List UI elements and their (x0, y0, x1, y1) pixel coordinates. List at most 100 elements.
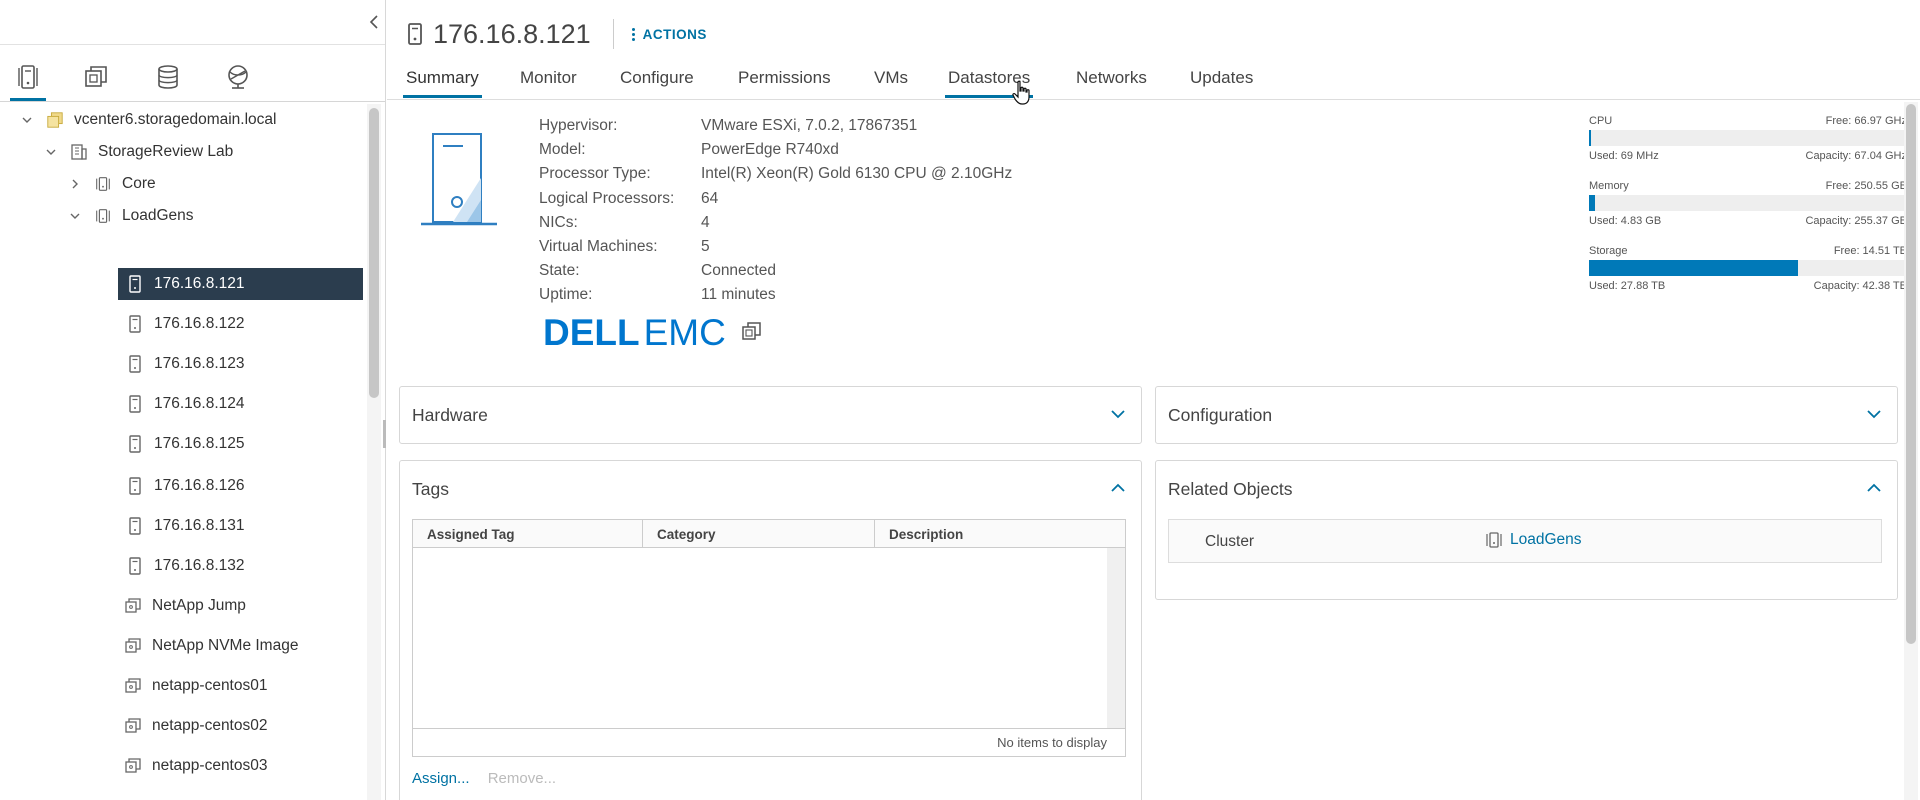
vcenter-icon (46, 110, 64, 130)
tree-item-vm[interactable]: NetApp Jump (124, 590, 363, 622)
host-icon (126, 434, 144, 454)
host-properties: Hypervisor: VMware ESXi, 7.0.2, 17867351 … (539, 114, 1012, 308)
chevron-down-icon[interactable] (68, 213, 82, 220)
property-row: NICs: 4 (539, 211, 1012, 235)
assign-tag-link[interactable]: Assign... (412, 770, 470, 787)
tree-item-label: Core (122, 175, 156, 192)
tree-item-vcenter[interactable]: vcenter6.storagedomain.local (20, 104, 360, 136)
storage-icon (158, 65, 178, 89)
actions-menu-button[interactable]: ACTIONS (631, 26, 707, 42)
chevron-down-icon[interactable] (1865, 405, 1883, 423)
grid-header: Assigned Tag Category Description (413, 520, 1125, 548)
tree-item-vm[interactable]: netapp-centos03 (124, 750, 363, 782)
vendor-logo: DELL EMC (543, 312, 764, 354)
resource-storage: Storage Free: 14.51 TB Used: 27.88 TB Capa… (1589, 244, 1907, 309)
property-key: Model: (539, 141, 586, 159)
tree-item-host[interactable]: 176.16.8.126 (126, 470, 363, 502)
card-title: Related Objects (1168, 479, 1293, 499)
chevron-right-icon[interactable] (68, 179, 82, 189)
tab-hosts-and-clusters[interactable] (8, 57, 48, 101)
tree-item-host[interactable]: 176.16.8.125 (126, 428, 363, 460)
chevron-left-icon (369, 15, 378, 29)
main-scrollbar[interactable] (1904, 102, 1918, 800)
collapse-navigator-button[interactable] (366, 12, 382, 32)
cluster-icon (94, 206, 112, 226)
related-object-link[interactable]: LoadGens (1484, 531, 1582, 549)
vm-icon (124, 676, 142, 696)
column-header-category[interactable]: Category (643, 520, 875, 548)
tab-updates[interactable]: Updates (1187, 68, 1256, 96)
copy-icon[interactable] (740, 319, 764, 348)
tree-item-label: netapp-centos02 (152, 717, 268, 734)
resource-memory: Memory Free: 250.55 GB Used: 4.83 GB Capac… (1589, 179, 1907, 244)
vm-icon (124, 716, 142, 736)
property-row: Uptime: 11 minutes (539, 283, 1012, 307)
inventory-tree: vcenter6.storagedomain.local StorageRevi… (0, 104, 370, 800)
hardware-card[interactable]: Hardware (399, 386, 1142, 444)
tree-item-host[interactable]: 176.16.8.122 (126, 308, 363, 340)
tree-item-host[interactable]: 176.16.8.123 (126, 348, 363, 380)
remove-tag-link[interactable]: Remove... (488, 770, 556, 787)
tree-item-label: StorageReview Lab (98, 143, 234, 160)
tab-permissions[interactable]: Permissions (735, 68, 834, 96)
host-icon (126, 274, 144, 294)
cluster-icon (94, 174, 112, 194)
column-header-description[interactable]: Description (875, 520, 1125, 548)
panel-resize-handle[interactable] (383, 420, 386, 448)
host-icon (126, 314, 144, 334)
tab-configure[interactable]: Configure (617, 68, 697, 96)
scrollbar-thumb[interactable] (369, 108, 379, 398)
configuration-card[interactable]: Configuration (1155, 386, 1898, 444)
property-key: Processor Type: (539, 165, 651, 183)
tree-item-host[interactable]: 176.16.8.132 (126, 550, 363, 582)
resource-cpu: CPU Free: 66.97 GHz Used: 69 MHz Capacity:… (1589, 114, 1907, 179)
tree-item-cluster-core[interactable]: Core (68, 168, 368, 200)
host-icon (408, 23, 422, 45)
property-value: Connected (701, 262, 776, 280)
grid-footer: No items to display (413, 728, 1125, 756)
page-title: 176.16.8.121 (433, 18, 591, 49)
chevron-down-icon[interactable] (1109, 405, 1127, 423)
resource-free: Free: 66.97 GHz (1825, 115, 1907, 127)
tree-item-vm[interactable]: netapp-centos01 (124, 670, 363, 702)
chevron-up-icon[interactable] (1109, 479, 1127, 497)
tab-vms[interactable]: VMs (871, 68, 911, 96)
tree-item-host[interactable]: 176.16.8.124 (126, 388, 363, 420)
chevron-down-icon[interactable] (20, 117, 34, 124)
tree-item-vm[interactable]: netapp-centos02 (124, 710, 363, 742)
tab-storage[interactable] (148, 57, 188, 97)
related-object-name: LoadGens (1510, 531, 1582, 548)
object-header: 176.16.8.121 ACTIONS (407, 16, 707, 52)
tab-monitor[interactable]: Monitor (517, 68, 580, 96)
resource-used: Used: 4.83 GB (1589, 215, 1662, 227)
grid-scrollbar[interactable] (1107, 548, 1125, 728)
related-objects-row: Cluster LoadGens (1168, 519, 1882, 563)
tree-scrollbar[interactable] (367, 104, 381, 800)
actions-label: ACTIONS (642, 26, 707, 42)
tree-item-datacenter[interactable]: StorageReview Lab (44, 136, 364, 168)
tree-item-host[interactable]: 176.16.8.131 (126, 510, 363, 542)
networking-icon (228, 65, 248, 89)
cluster-icon (1486, 532, 1502, 548)
tree-item-host[interactable]: 176.16.8.121 (118, 268, 363, 300)
tree-item-vm[interactable]: NetApp NVMe Image (124, 630, 363, 662)
chevron-down-icon[interactable] (44, 149, 58, 156)
header-divider (612, 19, 614, 49)
host-icon (126, 394, 144, 414)
host-icon (126, 354, 144, 374)
card-title: Hardware (412, 405, 488, 425)
column-header-assigned-tag[interactable]: Assigned Tag (413, 520, 643, 548)
tab-vms-and-templates[interactable] (76, 57, 116, 97)
hosts-and-clusters-icon (18, 65, 38, 89)
property-key: Uptime: (539, 286, 593, 304)
chevron-up-icon[interactable] (1865, 479, 1883, 497)
tab-summary[interactable]: Summary (403, 68, 482, 98)
usage-bar-fill (1589, 195, 1596, 211)
property-value: 4 (701, 213, 710, 231)
property-key: NICs: (539, 213, 578, 231)
tab-networks[interactable]: Networks (1073, 68, 1150, 96)
tree-item-cluster-loadgens[interactable]: LoadGens (68, 200, 368, 232)
navigator-tabs (0, 44, 385, 102)
tab-networking[interactable] (218, 57, 258, 97)
scrollbar-thumb[interactable] (1906, 104, 1916, 644)
